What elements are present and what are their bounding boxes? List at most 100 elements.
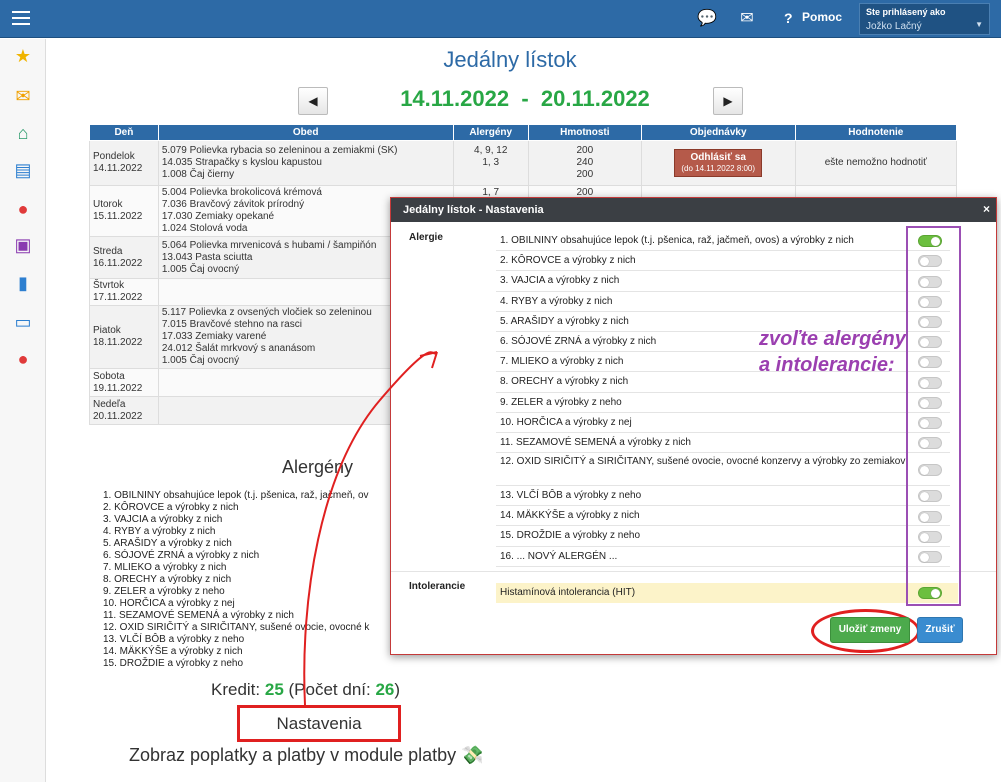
- allergen-codes: 4, 9, 12: [474, 145, 508, 156]
- unsubscribe-label: Odhlásiť sa: [690, 152, 746, 163]
- mail-icon[interactable]: ✉: [12, 85, 34, 107]
- hint-annotation: zvoľte alergény a intolerancie:: [759, 328, 906, 376]
- list-item: 4. RYBY a výrobky z nich: [103, 526, 216, 537]
- unsubscribe-button[interactable]: Odhlásiť sa (do 14.11.2022 8:00): [674, 149, 763, 177]
- weight-cell: 200 240 200: [527, 140, 642, 186]
- day-name: Nedeľa: [93, 398, 126, 410]
- allergy-row: 15. DROŽDIE a výrobky z neho: [496, 526, 950, 547]
- meal-item: 1.008 Čaj čierny: [161, 169, 235, 180]
- column-header: Alergény: [452, 124, 529, 141]
- day-date: 16.11.2022: [93, 257, 143, 269]
- allergy-label: 2. KÔROVCE a výrobky z nich: [500, 255, 636, 267]
- date-from: 14.11.2022: [400, 86, 510, 111]
- payments-link[interactable]: Zobraz poplatky a platby v module platby…: [129, 745, 484, 766]
- allergy-label: 5. ARAŠIDY a výrobky z nich: [500, 315, 629, 327]
- column-header: Deň: [89, 124, 159, 141]
- allergy-row: 2. KÔROVCE a výrobky z nich: [496, 251, 950, 272]
- allergy-label: 7. MLIEKO a výrobky z nich: [500, 356, 624, 368]
- close-icon[interactable]: ×: [983, 202, 990, 216]
- money-icon: 💸: [461, 745, 484, 765]
- unsubscribe-deadline: (do 14.11.2022 8:00): [681, 164, 756, 173]
- list-item: 11. SEZAMOVÉ SEMENÁ a výrobky z nich: [103, 610, 294, 621]
- list-item: 14. MÄKKÝŠE a výrobky z nich: [103, 646, 243, 657]
- day-date: 17.11.2022: [93, 292, 143, 303]
- allergens-title: Alergény: [282, 457, 354, 477]
- chart-icon[interactable]: ▮: [12, 272, 34, 294]
- credit-close: ): [394, 680, 401, 699]
- date-to: 20.11.2022: [540, 86, 650, 111]
- allergy-row: 4. RYBY a výrobky z nich: [496, 292, 950, 312]
- date-separator: -: [521, 86, 529, 111]
- day-cell: Sobota 19.11.2022: [89, 368, 159, 397]
- day-date: 18.11.2022: [93, 337, 143, 348]
- mail-icon[interactable]: ✉: [737, 9, 757, 29]
- day-date: 14.11.2022: [93, 163, 143, 174]
- allergy-label: 6. SÓJOVÉ ZRNÁ a výrobky z nich: [500, 335, 657, 347]
- chat-icon[interactable]: ●: [12, 348, 34, 370]
- meal-item: 14.035 Strapačky s kyslou kapustou: [161, 157, 322, 168]
- allergy-label: 13. VLČÍ BÔB a výrobky z neho: [500, 490, 642, 502]
- allergy-label: 16. ... NOVÝ ALERGÉN ...: [500, 550, 618, 562]
- allergy-label: 14. MÄKKÝŠE a výrobky z nich: [500, 510, 640, 522]
- page-title: Jedálny lístok: [443, 47, 577, 72]
- day-date: 20.11.2022: [93, 410, 143, 422]
- allergen-codes: 1, 3: [482, 157, 500, 168]
- rating-cell: ešte nemožno hodnotiť: [794, 140, 958, 186]
- list-item: 8. ORECHY a výrobky z nich: [103, 574, 232, 585]
- allergy-row: 14. MÄKKÝŠE a výrobky z nich: [496, 506, 950, 527]
- prev-week-button[interactable]: ◀: [298, 87, 328, 115]
- allergy-label: 10. HORČICA a výrobky z nej: [500, 416, 632, 428]
- allergy-label: 1. OBILNINY obsahujúce lepok (t.j. pšeni…: [500, 235, 854, 246]
- weight-value: 200: [576, 145, 594, 156]
- day-cell: Nedeľa 20.11.2022: [89, 396, 159, 425]
- user-dropdown[interactable]: Ste prihlásený ako Jožko Lačný ▼: [859, 3, 990, 35]
- modal-title: Jedálny lístok - Nastavenia: [391, 198, 996, 222]
- date-range: 14.11.2022 - 20.11.2022: [370, 86, 680, 112]
- allergen-codes: [457, 169, 525, 181]
- settings-modal: Jedálny lístok - Nastavenia × Alergie 1.…: [390, 197, 997, 655]
- next-week-button[interactable]: ▶: [713, 87, 743, 115]
- rating-text: ešte nemožno hodnotiť: [824, 157, 927, 168]
- table-row: Pondelok 14.11.2022 5.079 Polievka rybacia…: [89, 140, 958, 186]
- intolerance-row: Histamínová intolerancia (HIT): [496, 583, 958, 603]
- day-name: Piatok: [93, 325, 121, 336]
- menu-icon[interactable]: [12, 11, 30, 25]
- chat-icon[interactable]: 💬: [697, 9, 717, 29]
- food-icon[interactable]: ●: [12, 198, 34, 220]
- book-icon[interactable]: ▭: [12, 311, 34, 333]
- credit-value: 25: [264, 680, 284, 699]
- help-link[interactable]: Pomoc: [802, 10, 842, 24]
- list-item: 6. SÓJOVÉ ZRNÁ a výrobky z nich: [103, 550, 260, 561]
- day-date: 15.11.2022: [93, 211, 143, 222]
- weight-value: 200: [576, 169, 594, 180]
- cancel-button[interactable]: Zrušiť: [917, 617, 963, 643]
- allergy-row: 12. OXID SIRIČITÝ a SIRIČITANY, sušené o…: [496, 453, 950, 487]
- payments-text: Zobraz poplatky a platby v module platby: [129, 745, 457, 765]
- star-icon[interactable]: ★: [12, 45, 34, 67]
- list-item: 13. VLČÍ BÔB a výrobky z neho: [103, 634, 245, 645]
- user-name: Jožko Lačný: [866, 21, 922, 32]
- allergy-label: 3. VAJCIA a výrobky z nich: [500, 275, 620, 287]
- list-item: 9. ZELER a výrobky z neho: [103, 586, 225, 597]
- credit-label: Kredit:: [211, 680, 265, 699]
- allergen-cell: 4, 9, 12 1, 3: [452, 140, 529, 186]
- user-screen-icon[interactable]: ▣: [12, 234, 34, 256]
- toggles-highlight: [906, 226, 961, 606]
- meal-cell: 5.079 Polievka rybacia so zeleninou a ze…: [157, 140, 454, 186]
- save-button[interactable]: Uložiť zmeny: [830, 617, 910, 643]
- settings-link[interactable]: Nastavenia: [237, 705, 401, 742]
- help-icon[interactable]: ?: [784, 10, 793, 26]
- day-name: Utorok: [93, 199, 123, 210]
- days-value: 26: [375, 680, 395, 699]
- column-header: Hmotnosti: [527, 124, 642, 141]
- day-cell: Streda 16.11.2022: [89, 236, 159, 279]
- table-header: Deň Obed Alergény Hmotnosti Objednávky Hodnot…: [89, 124, 958, 141]
- user-label: Ste prihlásený ako: [866, 7, 946, 17]
- allergy-row: 10. HORČICA a výrobky z nej: [496, 413, 950, 433]
- home-icon[interactable]: ⌂: [12, 122, 34, 144]
- day-name: Streda: [93, 245, 123, 257]
- allergy-label: 8. ORECHY a výrobky z nich: [500, 376, 629, 388]
- notebook-icon[interactable]: ▤: [12, 159, 34, 181]
- list-item: 1. OBILNINY obsahujúce lepok (t.j. pšeni…: [103, 490, 369, 501]
- allergy-label: 12. OXID SIRIČITÝ a SIRIČITANY, sušené o…: [500, 456, 906, 468]
